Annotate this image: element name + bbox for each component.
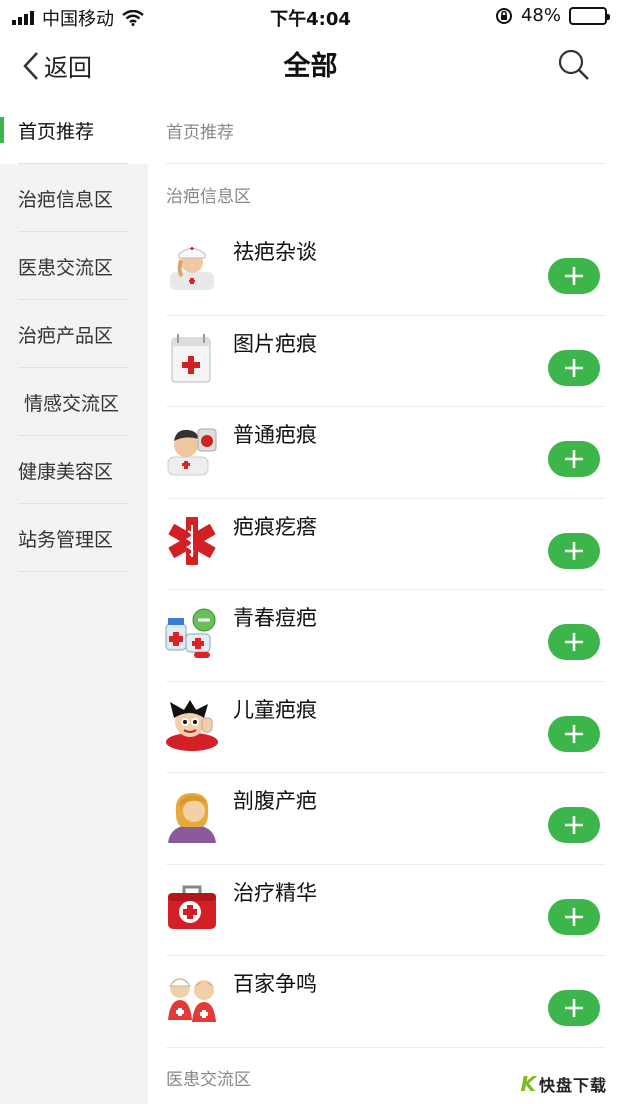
sidebar-item-site-admin[interactable]: 站务管理区 — [0, 504, 148, 572]
item-label: 治疗精华 — [233, 880, 317, 905]
list-item[interactable]: 图片疤痕 — [148, 316, 621, 408]
sidebar-item-label: 治疤信息区 — [18, 188, 114, 211]
item-label: 儿童疤痕 — [233, 697, 317, 722]
forum-list: 首页推荐 治疤信息区 祛疤杂谈 图片疤痕 普通疤痕 疤痕疙瘩 青春痘疤 儿童疤痕… — [148, 96, 621, 1104]
item-label: 普通疤痕 — [233, 423, 317, 447]
section-header: 治疤信息区 — [166, 186, 251, 207]
cartoon-boy-icon — [166, 699, 218, 751]
add-button[interactable] — [548, 349, 600, 386]
add-button[interactable] — [548, 624, 600, 660]
rotation-lock-icon — [495, 7, 512, 24]
first-aid-kit-icon — [168, 885, 216, 929]
plus-icon — [565, 816, 583, 834]
sidebar-item-label: 治疤产品区 — [18, 324, 114, 347]
list-item[interactable]: 青春痘疤 — [148, 590, 621, 682]
list-item[interactable]: 儿童疤痕 — [148, 682, 621, 774]
sidebar-item-products[interactable]: 治疤产品区 — [0, 300, 148, 368]
sidebar-item-emotion[interactable]: 情感交流区 — [0, 368, 148, 436]
item-label: 剖腹产疤 — [233, 789, 317, 813]
sidebar-item-label: 站务管理区 — [18, 528, 114, 551]
plus-icon — [565, 267, 583, 285]
add-button[interactable] — [548, 532, 600, 569]
sidebar-item-homepage-recommend[interactable]: 首页推荐 — [0, 96, 148, 164]
star-of-life-icon — [168, 516, 216, 565]
nurse-icon — [170, 247, 214, 290]
category-sidebar: 首页推荐 治疤信息区 医患交流区 治疤产品区 情感交流区 健康美容区 站务管理区 — [0, 96, 148, 1104]
item-label: 祛疤杂谈 — [233, 240, 317, 264]
add-button[interactable] — [548, 898, 600, 935]
item-label: 图片疤痕 — [233, 331, 317, 356]
navigation-bar: 返回 全部 — [0, 32, 621, 96]
plus-icon — [565, 633, 583, 651]
item-label: 百家争鸣 — [233, 972, 317, 996]
add-button[interactable] — [548, 990, 600, 1026]
plus-icon — [565, 358, 583, 377]
doctors-pair-icon — [168, 978, 216, 1022]
item-label: 青春痘疤 — [233, 606, 317, 630]
woman-avatar-icon — [168, 793, 216, 843]
list-item[interactable]: 祛疤杂谈 — [148, 224, 621, 316]
search-icon[interactable] — [557, 48, 591, 82]
plus-icon — [565, 724, 583, 743]
page-title: 全部 — [283, 51, 338, 82]
sidebar-item-label: 医患交流区 — [18, 256, 114, 279]
first-aid-calendar-icon — [171, 333, 211, 382]
add-button[interactable] — [548, 258, 600, 294]
doctor-icon — [167, 428, 217, 476]
list-item[interactable]: 百家争鸣 — [148, 956, 621, 1048]
plus-icon — [565, 541, 583, 560]
battery-percent: 48% — [520, 5, 561, 26]
watermark-text: 快盘下载 — [538, 1076, 607, 1095]
add-button[interactable] — [548, 715, 600, 752]
medicine-bottles-icon — [165, 608, 216, 658]
sidebar-item-scar-info[interactable]: 治疤信息区 — [0, 164, 148, 232]
sidebar-item-doctor-patient[interactable]: 医患交流区 — [0, 232, 148, 300]
sidebar-item-label: 情感交流区 — [24, 392, 120, 415]
list-item[interactable]: 疤痕疙瘩 — [148, 499, 621, 591]
list-item[interactable]: 剖腹产疤 — [148, 773, 621, 865]
sidebar-item-label: 健康美容区 — [18, 460, 114, 483]
add-button[interactable] — [548, 441, 600, 477]
plus-icon — [565, 999, 583, 1017]
watermark-k-icon: K — [520, 1072, 536, 1096]
watermark-logo: K 快盘下载 — [520, 1072, 607, 1096]
plus-icon — [565, 450, 583, 468]
sidebar-item-label: 首页推荐 — [18, 120, 95, 143]
section-header: 首页推荐 — [148, 96, 621, 164]
sidebar-item-beauty[interactable]: 健康美容区 — [0, 436, 148, 504]
add-button[interactable] — [548, 807, 600, 843]
plus-icon — [565, 907, 583, 926]
list-item[interactable]: 普通疤痕 — [148, 407, 621, 499]
item-label: 疤痕疙瘩 — [233, 514, 317, 539]
battery-icon — [569, 6, 610, 25]
status-bar: 中国移动 下午4:04 48% — [0, 0, 621, 32]
list-item[interactable]: 治疗精华 — [148, 865, 621, 957]
